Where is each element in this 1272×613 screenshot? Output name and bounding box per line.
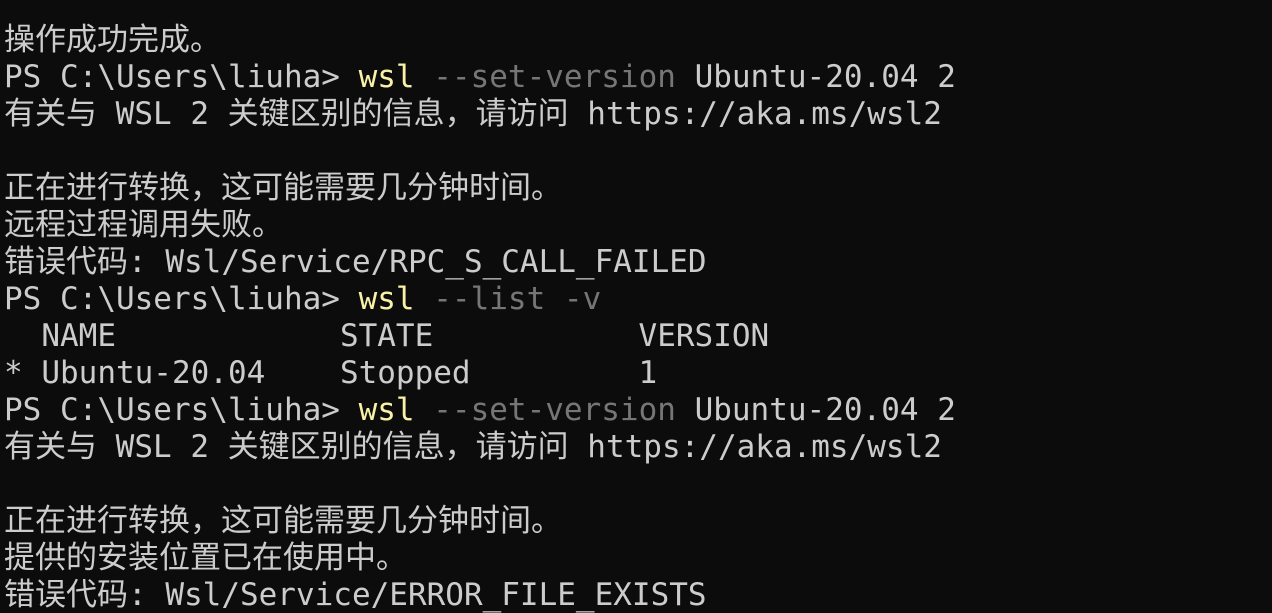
output-line: 正在进行转换，这可能需要几分钟时间。 — [4, 503, 562, 539]
output-line: 有关与 WSL 2 关键区别的信息，请访问 https://aka.ms/wsl… — [4, 96, 942, 132]
output-line: 正在进行转换，这可能需要几分钟时间。 — [4, 170, 562, 206]
error-code-line: 错误代码: Wsl/Service/RPC_S_CALL_FAILED — [4, 244, 707, 280]
command-name: wsl — [358, 281, 415, 317]
command-args: Ubuntu-20.04 2 — [675, 59, 956, 95]
prompt: PS C:\Users\liuha> — [4, 59, 359, 95]
output-line: 有关与 WSL 2 关键区别的信息，请访问 https://aka.ms/wsl… — [4, 429, 942, 465]
output-line: 操作成功完成。 — [4, 22, 221, 58]
command-name: wsl — [358, 59, 415, 95]
command-line: PS C:\Users\liuha> wsl --list -v — [4, 281, 1272, 318]
prompt: PS C:\Users\liuha> — [4, 392, 359, 428]
prompt: PS C:\Users\liuha> — [4, 281, 359, 317]
output-line: 提供的安装位置已在使用中。 — [4, 540, 407, 576]
command-line: PS C:\Users\liuha> wsl --set-version Ubu… — [4, 392, 1272, 429]
command-args: Ubuntu-20.04 2 — [675, 392, 956, 428]
terminal-window[interactable]: 操作成功完成。 PS C:\Users\liuha> wsl --set-ver… — [0, 0, 1272, 613]
error-code-line: 错误代码: Wsl/Service/ERROR_FILE_EXISTS — [4, 577, 707, 613]
distro-table-header: NAME STATE VERSION — [4, 318, 770, 354]
command-params: --set-version — [414, 59, 676, 95]
distro-table-row: * Ubuntu-20.04 Stopped 1 — [4, 355, 658, 391]
output-line: 远程过程调用失败。 — [4, 207, 283, 243]
command-line: PS C:\Users\liuha> wsl --set-version Ubu… — [4, 59, 1272, 96]
command-params: --set-version — [414, 392, 676, 428]
command-name: wsl — [358, 392, 415, 428]
command-params: --list -v — [414, 281, 602, 317]
